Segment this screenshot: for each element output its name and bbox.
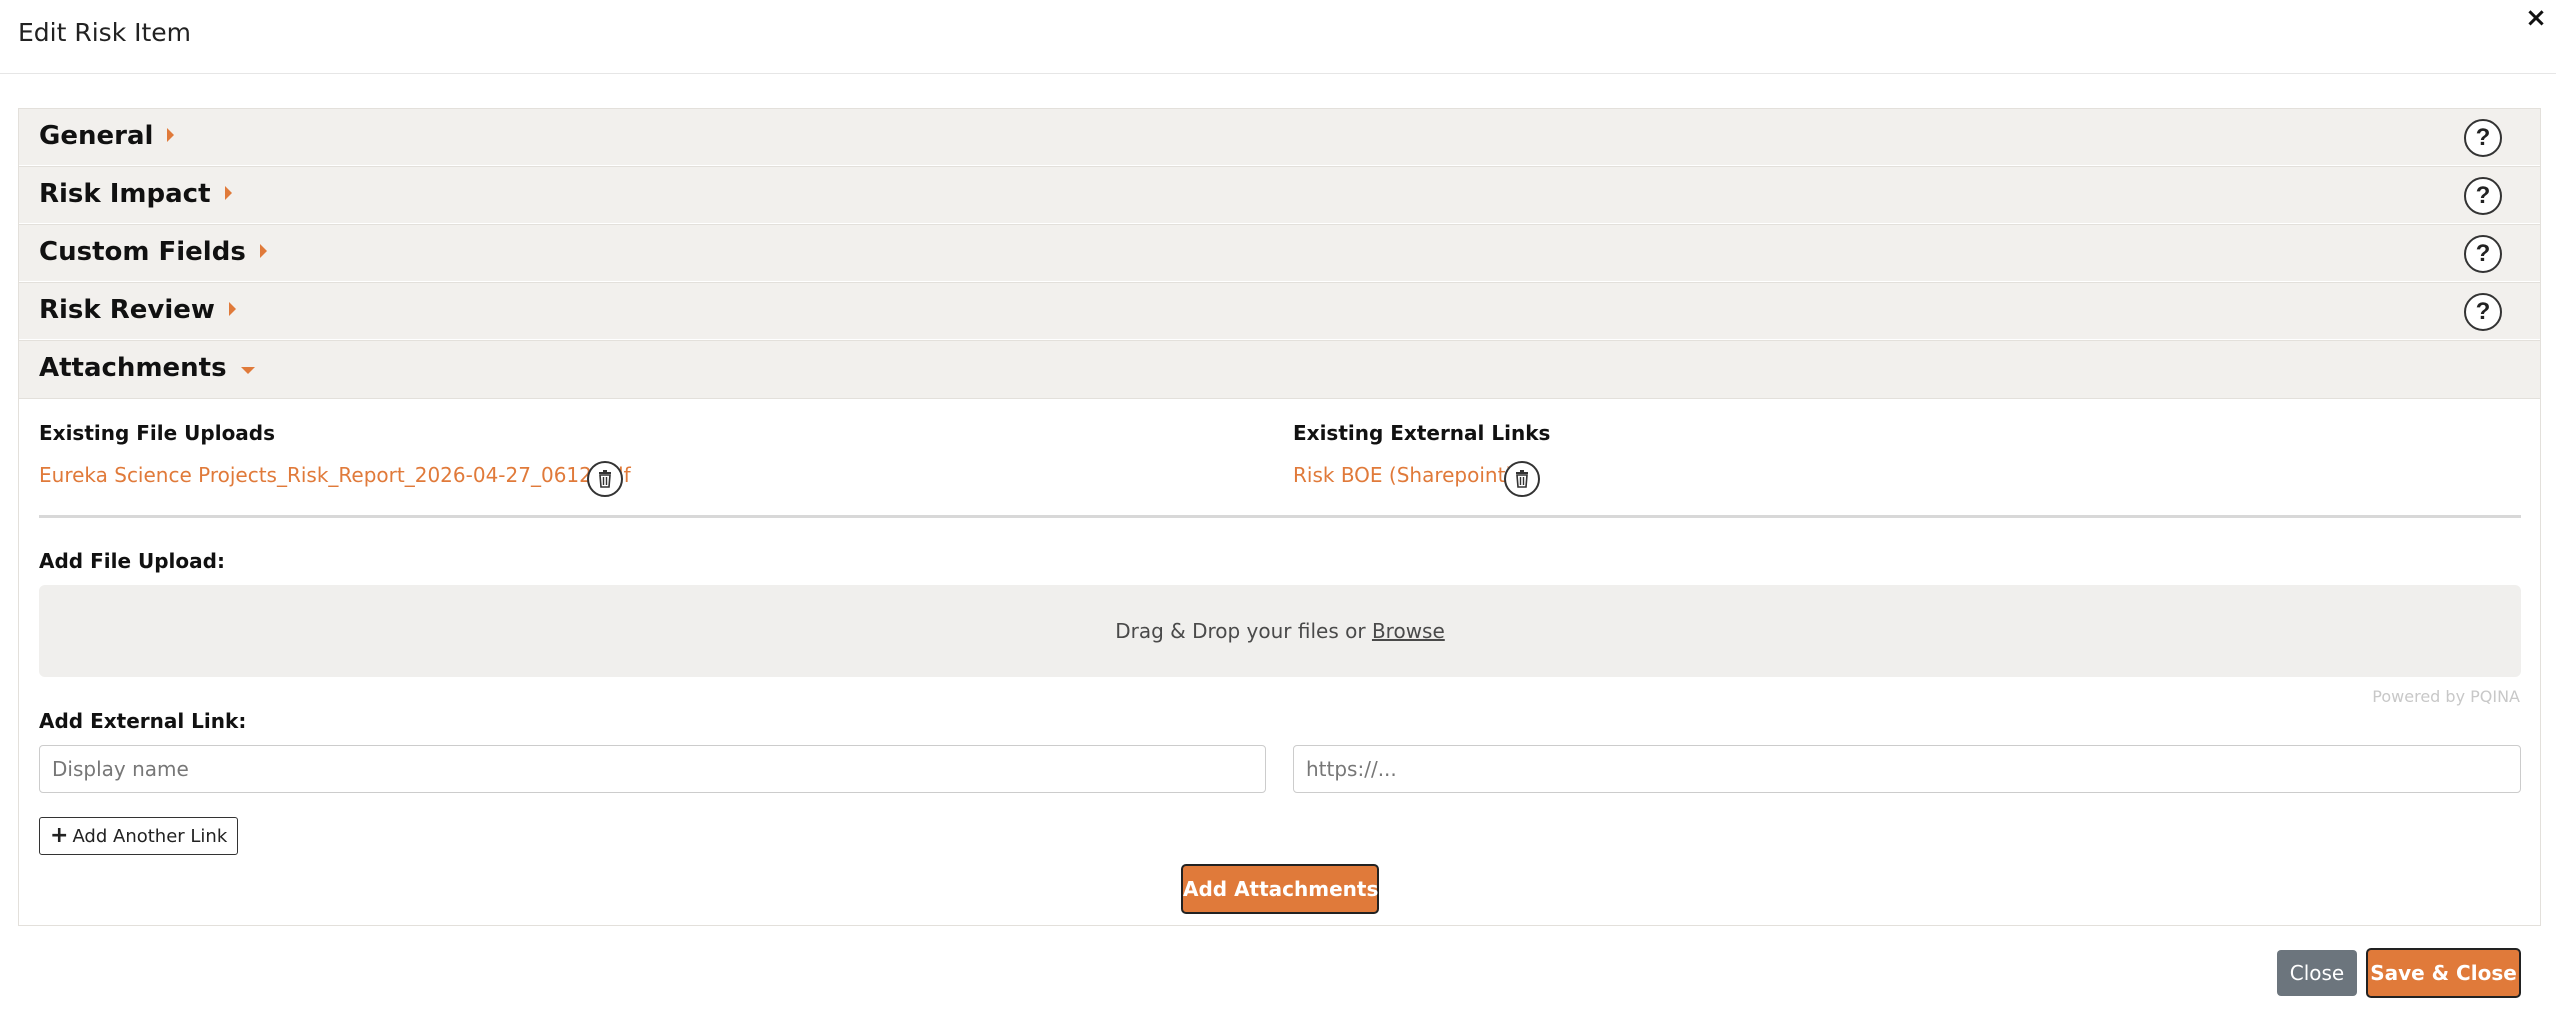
help-icon[interactable]: ? [2464, 177, 2502, 215]
powered-by-text: Powered by PQINA [2372, 687, 2520, 706]
accordion-header-general[interactable]: General ? [18, 108, 2541, 167]
modal-title: Edit Risk Item [18, 18, 192, 47]
caret-right-icon [228, 301, 236, 316]
help-icon[interactable]: ? [2464, 235, 2502, 273]
trash-icon[interactable] [1504, 461, 1540, 497]
url-input[interactable] [1293, 745, 2521, 793]
modal-header: Edit Risk Item × [0, 0, 2556, 74]
help-icon[interactable]: ? [2464, 293, 2502, 331]
accordion: General ? Risk Impact ? Custom Fields ? … [18, 108, 2541, 926]
add-file-upload-label: Add File Upload: [39, 549, 225, 573]
close-icon[interactable]: × [2524, 4, 2548, 32]
add-attachments-button[interactable]: Add Attachments [1181, 864, 1379, 914]
existing-links-label: Existing External Links [1293, 421, 1551, 445]
add-another-link-button[interactable]: + Add Another Link [39, 817, 239, 855]
caret-right-icon [259, 243, 267, 258]
plus-icon: + [50, 823, 69, 848]
external-link[interactable]: Risk BOE (Sharepoint) [1293, 463, 1513, 487]
save-close-button[interactable]: Save & Close [2366, 948, 2521, 998]
attachments-panel: Existing File Uploads Existing External … [18, 398, 2541, 926]
add-another-link-label: Add Another Link [72, 825, 228, 847]
display-name-input[interactable] [39, 745, 1266, 793]
accordion-title: Custom Fields [39, 237, 267, 267]
close-button[interactable]: Close [2277, 950, 2357, 996]
accordion-title: General [39, 121, 175, 151]
caret-right-icon [224, 185, 232, 200]
trash-icon[interactable] [587, 461, 623, 497]
trash-icon-svg [1516, 470, 1528, 488]
dropzone-text: Drag & Drop your files or [1115, 619, 1372, 643]
accordion-label: General [39, 121, 154, 151]
accordion-label: Custom Fields [39, 237, 246, 267]
accordion-title: Risk Impact [39, 179, 232, 209]
add-external-link-label: Add External Link: [39, 709, 247, 733]
accordion-header-attachments[interactable]: Attachments [18, 340, 2541, 398]
caret-down-icon [240, 367, 255, 374]
divider [39, 515, 2521, 518]
accordion-header-risk-review[interactable]: Risk Review ? [18, 282, 2541, 341]
accordion-label: Attachments [39, 353, 227, 383]
existing-uploads-label: Existing File Uploads [39, 421, 276, 445]
accordion-label: Risk Review [39, 295, 215, 325]
accordion-title: Risk Review [39, 295, 236, 325]
uploaded-file-link[interactable]: Eureka Science Projects_Risk_Report_2026… [39, 463, 631, 487]
trash-icon-svg [599, 470, 611, 488]
browse-link[interactable]: Browse [1372, 619, 1445, 643]
accordion-header-risk-impact[interactable]: Risk Impact ? [18, 166, 2541, 225]
accordion-title: Attachments [39, 353, 255, 383]
accordion-label: Risk Impact [39, 179, 211, 209]
file-dropzone[interactable]: Drag & Drop your files or Browse [39, 585, 2521, 677]
accordion-header-custom-fields[interactable]: Custom Fields ? [18, 224, 2541, 283]
caret-right-icon [167, 127, 175, 142]
help-icon[interactable]: ? [2464, 119, 2502, 157]
